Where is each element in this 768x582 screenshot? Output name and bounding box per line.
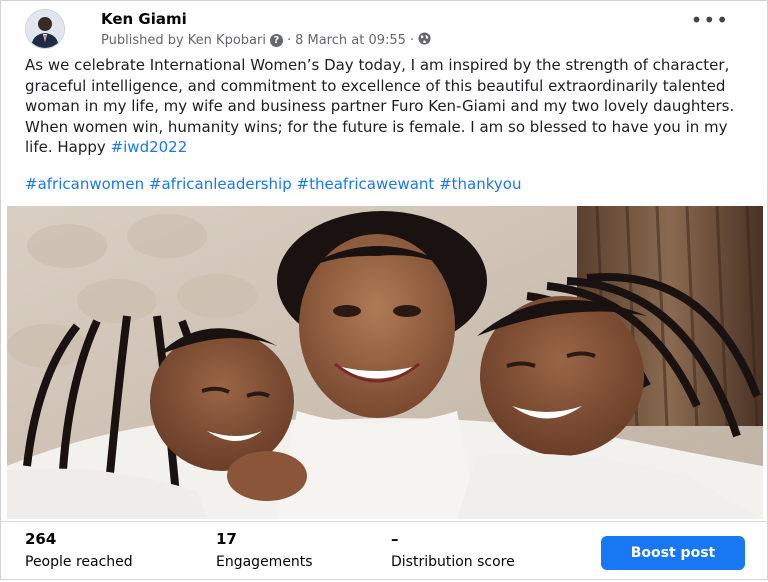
- hashtag-link[interactable]: #thankyou: [439, 175, 521, 193]
- more-options-icon[interactable]: •••: [691, 10, 729, 30]
- engagements-label: Engagements: [216, 554, 313, 570]
- globe-icon: [418, 32, 431, 49]
- engagements-stat[interactable]: 17 Engagements: [216, 530, 313, 570]
- post-timestamp[interactable]: 8 March at 09:55: [295, 33, 406, 48]
- post-meta: Published by Ken Kpobari ? · 8 March at …: [101, 32, 431, 49]
- meta-separator: ·: [409, 33, 415, 48]
- engagements-value: 17: [216, 530, 237, 548]
- distribution-score-stat[interactable]: – Distribution score: [391, 530, 515, 570]
- hashtag-link[interactable]: #africanwomen: [25, 175, 144, 193]
- distribution-score-value: –: [391, 530, 399, 548]
- people-reached-value: 264: [25, 530, 57, 548]
- author-name[interactable]: Ken Giami: [101, 10, 187, 28]
- meta-separator: ·: [286, 33, 292, 48]
- post-header: Ken Giami Published by Ken Kpobari ? · 8…: [25, 7, 747, 51]
- boost-post-button[interactable]: Boost post: [601, 536, 745, 570]
- distribution-score-label: Distribution score: [391, 554, 515, 570]
- people-reached-stat[interactable]: 264 People reached: [25, 530, 133, 570]
- hashtag-link[interactable]: #iwd2022: [111, 138, 188, 156]
- published-by[interactable]: Published by Ken Kpobari: [101, 33, 266, 48]
- hashtag-link[interactable]: #theafricawewant: [297, 175, 435, 193]
- facebook-post: Ken Giami Published by Ken Kpobari ? · 8…: [0, 0, 768, 580]
- post-insights: 264 People reached 17 Engagements – Dist…: [1, 521, 768, 582]
- people-reached-label: People reached: [25, 554, 133, 570]
- avatar[interactable]: [25, 9, 65, 49]
- post-body: As we celebrate International Women’s Da…: [25, 55, 755, 158]
- question-icon[interactable]: ?: [269, 34, 283, 47]
- hashtag-list: #africanwomen #africanleadership #theafr…: [25, 175, 521, 193]
- post-photo[interactable]: [7, 206, 763, 519]
- hashtag-link[interactable]: #africanleadership: [149, 175, 292, 193]
